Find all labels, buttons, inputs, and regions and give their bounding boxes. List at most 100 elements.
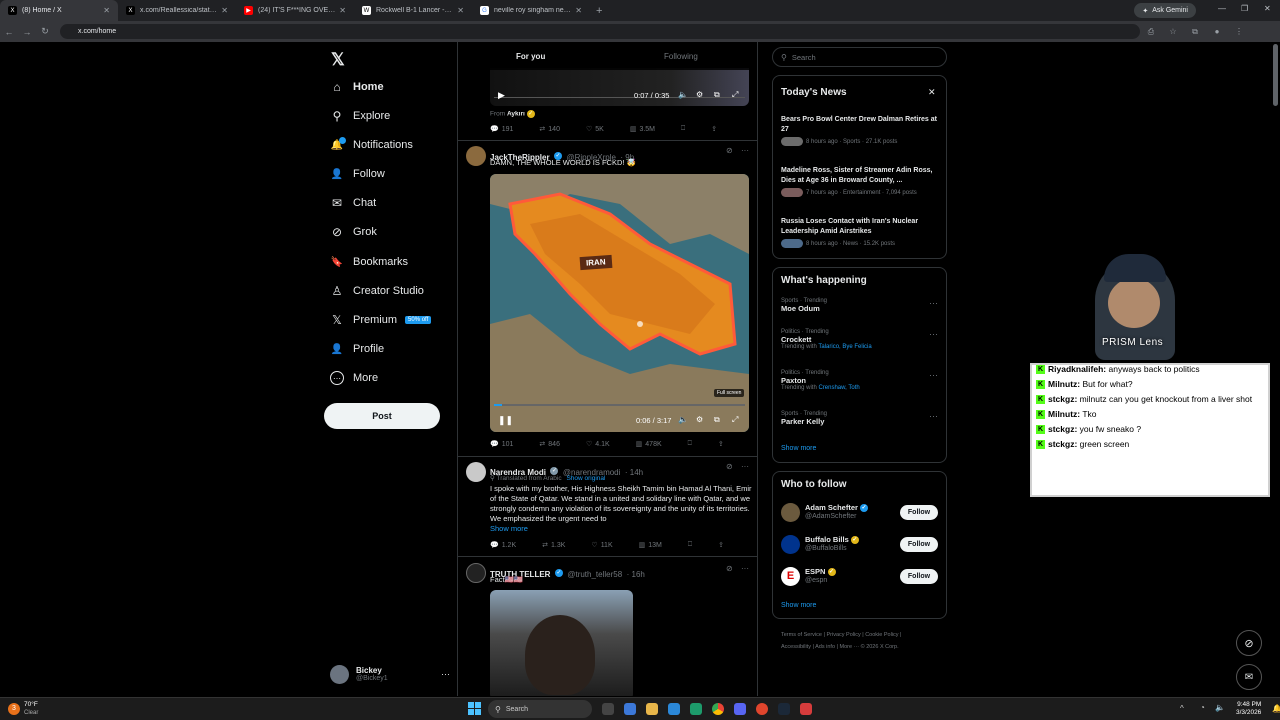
close-icon[interactable]: ✕ [575,6,582,15]
obs-icon[interactable] [756,703,768,715]
play-icon[interactable]: ▶ [498,90,505,101]
footer-link[interactable]: Terms of Service [781,632,822,638]
install-icon[interactable]: ⎙ [1140,27,1162,37]
share-button[interactable]: ⇪ [718,541,724,549]
footer-link[interactable]: Accessibility [781,644,811,650]
avatar[interactable] [466,462,486,482]
trend-item[interactable]: Sports · Trending Parker Kelly [781,411,941,426]
views-button[interactable]: ▥ 3.5M [630,125,655,134]
pip-icon[interactable]: ⧉ [714,415,720,425]
profile-avatar-icon[interactable]: ● [1206,27,1228,36]
search-input[interactable]: ⚲ Search [772,47,947,67]
tweet-image[interactable] [490,590,633,696]
reload-icon[interactable]: ↻ [36,26,54,37]
show-original-link[interactable]: Show original [566,475,605,482]
browser-tab[interactable]: Xx.com/Reallessica/status/2028…✕ [118,0,236,21]
notification-icon[interactable]: 🔔 [1272,704,1280,713]
views-button[interactable]: ▥ 478K [636,440,662,449]
nav-follow[interactable]: 👤 Follow [330,163,385,185]
close-icon[interactable]: ✕ [103,6,110,15]
url-field[interactable]: x.com/home [60,24,1140,39]
bookmark-button[interactable]: ⎕ [688,440,692,448]
footer-link[interactable]: Ads info [815,644,835,650]
account-switcher[interactable]: Bickey @Bickey1 ··· [330,663,450,685]
discord-icon[interactable] [734,703,746,715]
app-icon[interactable] [690,703,702,715]
menu-icon[interactable]: ⋮ [1228,27,1250,36]
more-icon[interactable]: ··· [741,564,749,573]
copilot-icon[interactable] [624,703,636,715]
app-icon[interactable] [800,703,812,715]
avatar[interactable] [466,563,486,583]
wifi-icon[interactable]: ◔ [1200,703,1205,712]
nav-chat[interactable]: ✉ Chat [330,192,376,214]
trend-with-links[interactable]: Talarico, Bye Felicia [818,344,871,350]
grok-icon[interactable]: ⊘ [726,462,733,471]
trend-with-links[interactable]: Crenshaw, Toth [818,385,859,391]
follow-button[interactable]: Follow [900,569,938,584]
browser-tab[interactable]: Gneville roy singham net worth - … ✕ [472,0,590,21]
more-icon[interactable]: ··· [741,146,749,155]
show-more-link[interactable]: Show more [490,524,528,533]
tray-chevron-icon[interactable]: ^ [1180,704,1184,713]
minimize-icon[interactable]: — [1218,4,1226,13]
volume-icon[interactable]: 🔈 [678,90,688,99]
nav-more[interactable]: ⋯ More [330,367,378,389]
star-icon[interactable]: ☆ [1162,27,1184,36]
footer-link[interactable]: Privacy Policy [826,632,860,638]
trend-item[interactable]: Sports · Trending Moe Odum [781,298,941,313]
news-item[interactable]: Russia Loses Contact with Iran's Nuclear… [781,217,941,248]
views-button[interactable]: ▥ 13M [639,541,662,550]
news-item[interactable]: Madeline Ross, Sister of Streamer Adin R… [781,166,941,197]
fullscreen-icon[interactable]: ⤢ [732,90,738,100]
reply-button[interactable]: 💬 101 [490,440,513,449]
video-player[interactable]: ▶ 0:07 / 0:35 🔈 ⚙ ⧉ ⤢ [490,68,749,106]
store-icon[interactable] [668,703,680,715]
nav-creator-studio[interactable]: ♙ Creator Studio [330,280,424,302]
show-more-link[interactable]: Show more [781,445,816,452]
nav-home[interactable]: ⌂ Home [330,76,383,98]
grok-fab[interactable]: ⊘ [1236,630,1262,656]
like-button[interactable]: ♡ 11K [591,541,612,550]
settings-icon[interactable]: ⚙ [696,415,703,424]
from-name[interactable]: Aykırı [507,111,525,118]
like-button[interactable]: ♡ 5K [586,125,604,134]
close-icon[interactable]: ✕ [221,6,228,15]
follow-button[interactable]: Follow [900,505,938,520]
maximize-icon[interactable]: ❐ [1241,4,1248,13]
volume-icon[interactable]: 🔈 [678,415,688,424]
extensions-icon[interactable]: ⧉ [1184,27,1206,37]
weather-widget[interactable]: 3 70°F Clear [8,701,38,717]
video-progress-track[interactable] [494,404,745,406]
tab-following[interactable]: Following [664,52,698,61]
close-icon[interactable]: ✕ [928,87,936,98]
clock[interactable]: 9:48 PM 3/3/2026 [1236,701,1261,717]
pip-icon[interactable]: ⧉ [714,90,720,100]
steam-icon[interactable] [778,703,790,715]
file-explorer-icon[interactable] [646,703,658,715]
bookmark-button[interactable]: ⎕ [681,125,685,133]
more-icon[interactable]: ··· [929,298,938,308]
tab-for-you[interactable]: For you [516,52,545,61]
more-icon[interactable]: ··· [929,370,938,380]
volume-icon[interactable]: 🔈 [1215,703,1225,712]
video-player[interactable]: IRAN Full screen ❚❚ 0:06 / 3:17 🔈 ⚙ ⧉ ⤢ [490,174,749,432]
avatar[interactable] [466,146,486,166]
pause-icon[interactable]: ❚❚ [498,415,513,426]
author-handle[interactable]: @truth_teller58 [567,570,622,579]
follow-button[interactable]: Follow [900,537,938,552]
like-button[interactable]: ♡ 4.1K [586,440,610,449]
nav-explore[interactable]: ⚲ Explore [330,105,391,127]
page-scrollbar[interactable] [1273,44,1278,106]
reply-button[interactable]: 💬 1.2K [490,541,516,550]
footer-link[interactable]: Cookie Policy [865,632,898,638]
reply-button[interactable]: 💬 191 [490,125,513,134]
close-window-icon[interactable]: ✕ [1264,4,1271,13]
show-more-link[interactable]: Show more [781,602,816,609]
nav-grok[interactable]: ⊘ Grok [330,221,377,243]
footer-link[interactable]: More ··· [840,644,860,650]
share-button[interactable]: ⇪ [711,125,717,133]
windows-start-icon[interactable] [468,702,481,715]
bookmark-button[interactable]: ⎕ [688,541,692,549]
x-logo[interactable]: 𝕏 [331,50,345,70]
